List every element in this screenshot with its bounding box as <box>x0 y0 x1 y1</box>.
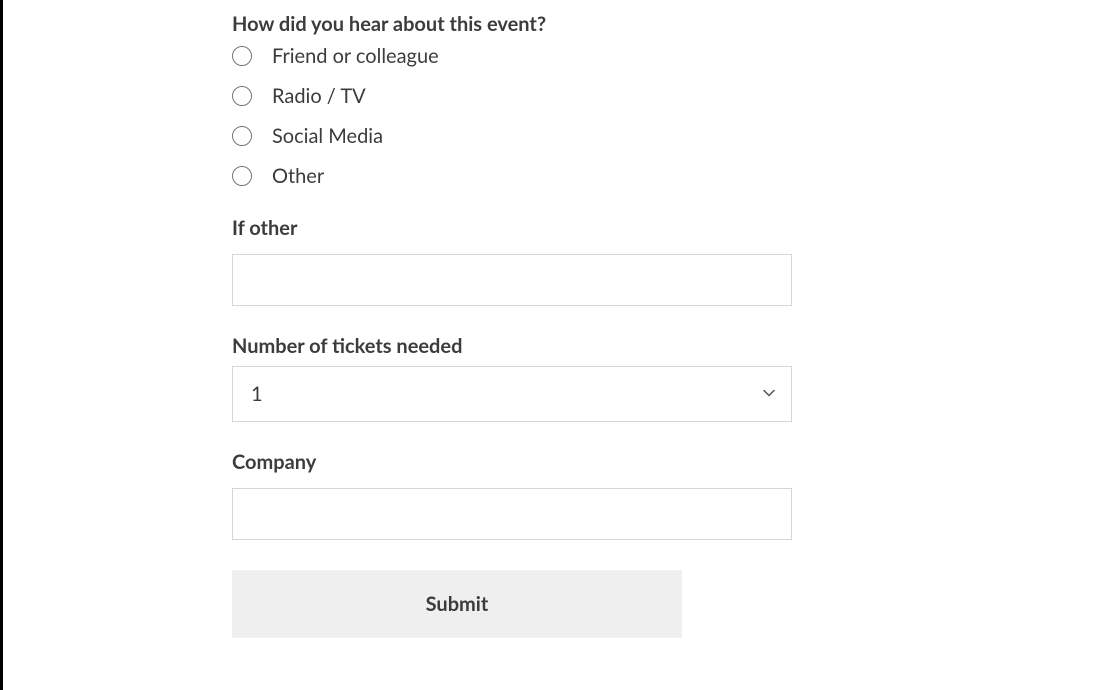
left-border <box>0 0 3 690</box>
company-label: Company <box>232 450 792 474</box>
radio-option-radiotv: Radio / TV <box>232 84 792 108</box>
radio-social-label[interactable]: Social Media <box>272 124 383 148</box>
hear-about-field: How did you hear about this event? Frien… <box>232 12 792 188</box>
form-container: How did you hear about this event? Frien… <box>232 0 792 638</box>
radio-friend-label[interactable]: Friend or colleague <box>272 44 439 68</box>
hear-about-radio-group: Friend or colleague Radio / TV Social Me… <box>232 44 792 188</box>
tickets-select[interactable]: 1 <box>232 366 792 422</box>
radio-other-label[interactable]: Other <box>272 164 324 188</box>
radio-social[interactable] <box>232 126 252 146</box>
radio-option-friend: Friend or colleague <box>232 44 792 68</box>
submit-button[interactable]: Submit <box>232 570 682 638</box>
if-other-label: If other <box>232 216 792 240</box>
radio-radiotv-label[interactable]: Radio / TV <box>272 84 366 108</box>
company-input[interactable] <box>232 488 792 540</box>
tickets-field: Number of tickets needed 1 <box>232 334 792 422</box>
if-other-field: If other <box>232 216 792 306</box>
radio-friend[interactable] <box>232 46 252 66</box>
radio-option-social: Social Media <box>232 124 792 148</box>
tickets-select-wrapper: 1 <box>232 366 792 422</box>
radio-radiotv[interactable] <box>232 86 252 106</box>
hear-about-label: How did you hear about this event? <box>232 12 792 36</box>
radio-other[interactable] <box>232 166 252 186</box>
if-other-input[interactable] <box>232 254 792 306</box>
radio-option-other: Other <box>232 164 792 188</box>
tickets-label: Number of tickets needed <box>232 334 792 358</box>
company-field: Company <box>232 450 792 540</box>
